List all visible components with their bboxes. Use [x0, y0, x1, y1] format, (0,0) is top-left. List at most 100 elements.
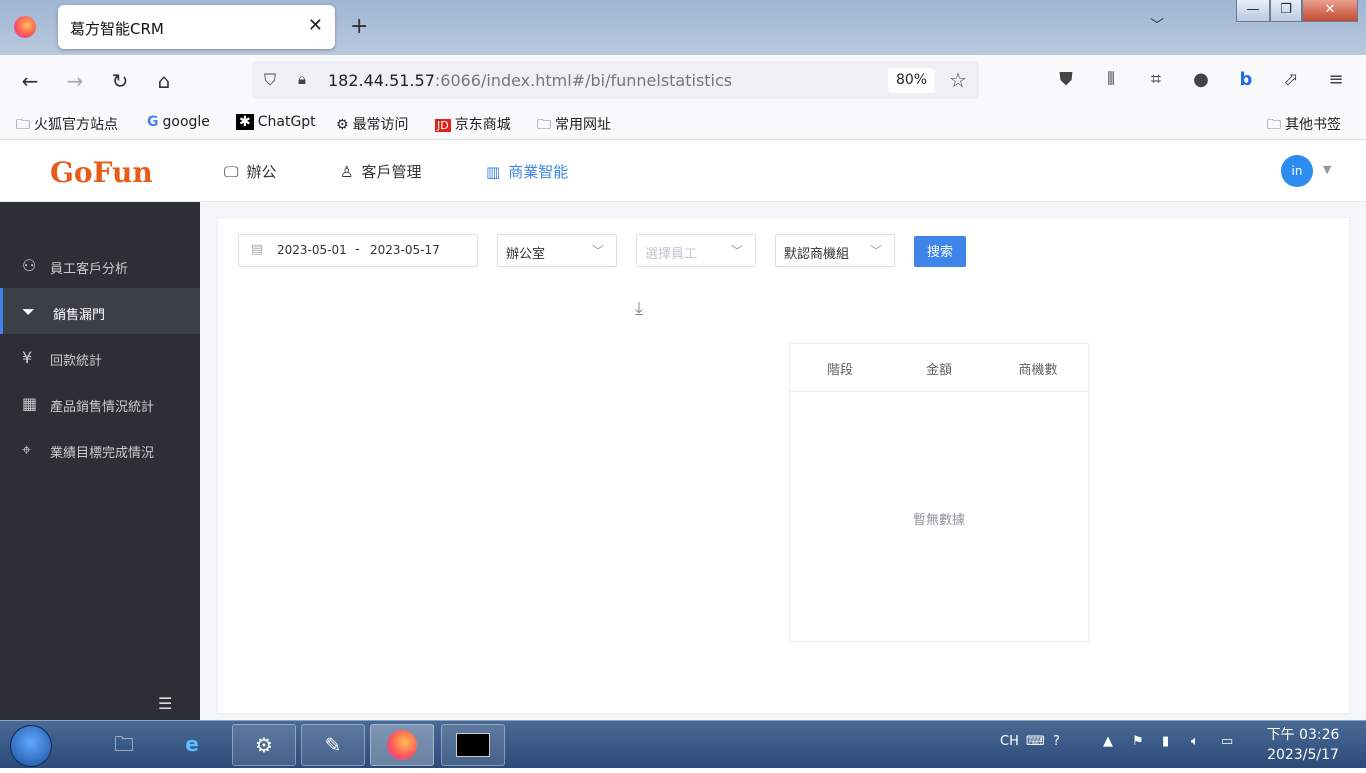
- date-start[interactable]: 2023-05-01: [277, 243, 347, 257]
- bookmark-jd[interactable]: JD 京东商城: [435, 114, 511, 134]
- flag-icon[interactable]: ⚑: [1132, 734, 1144, 749]
- nav-office[interactable]: 🖵 辦公: [224, 161, 276, 182]
- folder-icon: 🗀: [114, 732, 134, 756]
- url-text[interactable]: 182.44.51.57:6066/index.html#/bi/funnels…: [328, 71, 732, 90]
- maximize-button[interactable]: ❐: [1270, 0, 1302, 22]
- window-close-button[interactable]: ✕: [1302, 0, 1358, 22]
- forward-arrow-icon[interactable]: →: [61, 67, 89, 95]
- start-button[interactable]: [10, 725, 52, 767]
- search-button[interactable]: 搜索: [914, 236, 966, 267]
- pocket-icon[interactable]: ⛊: [1053, 67, 1079, 93]
- ie-icon: e: [185, 732, 199, 756]
- folder-icon: 🗀: [537, 117, 551, 133]
- chevron-down-icon: ﹀: [591, 244, 604, 258]
- report-panel: ▤ 2023-05-01 - 2023-05-17 辦公室 ﹀ 選擇員工 ﹀ 默…: [217, 217, 1350, 714]
- column-amount: 金額: [925, 363, 952, 378]
- back-arrow-icon[interactable]: ←: [16, 67, 44, 95]
- date-range-picker[interactable]: ▤ 2023-05-01 - 2023-05-17: [238, 234, 478, 267]
- employee-select[interactable]: 選擇員工 ﹀: [636, 234, 756, 267]
- caret-down-icon[interactable]: ▼: [1323, 163, 1331, 176]
- folder-icon: 🗀: [16, 117, 30, 133]
- bookmark-chatgpt[interactable]: ✱ ChatGpt: [236, 114, 316, 130]
- sidebar-item-sales-funnel[interactable]: ⏷ 銷售漏門: [0, 288, 200, 334]
- bar-chart-icon: ▥: [486, 163, 501, 181]
- firefox-icon: [387, 730, 417, 760]
- keyboard-icon[interactable]: ⌨: [1026, 734, 1045, 749]
- sidebar-item-target-completion[interactable]: ⌖ 業績目標完成情況: [0, 426, 200, 472]
- new-tab-button[interactable]: +: [350, 14, 368, 39]
- download-icon[interactable]: ⤓: [635, 298, 643, 319]
- chevron-down-icon: ﹀: [730, 244, 743, 258]
- user-icon: ♙: [340, 163, 354, 181]
- library-icon[interactable]: ⫴: [1098, 67, 1124, 93]
- taskbar-ie[interactable]: e: [160, 724, 224, 766]
- monitor-icon: 🖵: [224, 163, 239, 181]
- bookmarks-bar: 🗀 火狐官方站点 Ggoogle ✱ ChatGpt ⚙ 最常访问 JD 京东商城 🗀 常…: [0, 107, 1366, 140]
- tab-title: 葛方智能CRM: [70, 20, 164, 38]
- extensions-icon[interactable]: ⬀: [1278, 67, 1304, 93]
- app-icon: ⚙: [255, 733, 273, 757]
- clock[interactable]: 下午 03:26 2023/5/17: [1258, 725, 1348, 765]
- chevron-down-icon[interactable]: ﹀: [1150, 15, 1164, 35]
- url-bar[interactable]: ⛉ 🔒︎ 182.44.51.57:6066/index.html#/bi/fu…: [252, 61, 979, 99]
- app-header: GoFun 🖵 辦公 ♙ 客戶管理 ▥ 商業智能 in ▼: [0, 141, 1366, 202]
- taskbar-app1[interactable]: ⚙: [232, 724, 296, 766]
- table-header: 階段 金額 商機數: [790, 344, 1088, 392]
- menu-icon[interactable]: ≡: [1323, 67, 1349, 93]
- funnel-icon: ⏷: [22, 302, 35, 321]
- collapse-sidebar-icon[interactable]: ☰: [158, 694, 172, 713]
- nav-business-intelligence[interactable]: ▥ 商業智能: [486, 161, 568, 182]
- bookmark-other[interactable]: 🗀 其他书签: [1267, 114, 1341, 138]
- reload-icon[interactable]: ↻: [106, 67, 134, 95]
- terminal-icon: [456, 733, 490, 757]
- bookmark-google[interactable]: Ggoogle: [147, 114, 210, 130]
- sidebar-item-product-sales[interactable]: ▦ 產品銷售情況統計: [0, 380, 200, 426]
- empty-state: 暫無數據: [912, 513, 965, 528]
- show-hidden-icons[interactable]: ▲: [1103, 734, 1113, 749]
- device-icon[interactable]: ▮: [1162, 734, 1169, 749]
- taskbar-explorer[interactable]: 🗀: [92, 724, 156, 766]
- bookmark-firefox[interactable]: 🗀 火狐官方站点: [16, 114, 118, 138]
- chatgpt-icon: ✱: [236, 114, 254, 130]
- browser-tab[interactable]: 葛方智能CRM ✕: [58, 5, 335, 49]
- star-icon[interactable]: ☆: [949, 68, 967, 92]
- chevron-down-icon: ﹀: [869, 244, 882, 258]
- nav-customer-management[interactable]: ♙ 客戶管理: [340, 161, 421, 182]
- sidebar-item-employee-analysis[interactable]: ⚇ 員工客戶分析: [0, 242, 200, 288]
- insecure-lock-icon[interactable]: 🔒︎: [298, 70, 306, 88]
- column-stage: 階段: [826, 363, 853, 378]
- calendar-icon: ▤: [251, 242, 264, 257]
- volume-icon[interactable]: 🔈︎: [1191, 734, 1199, 749]
- close-tab-icon[interactable]: ✕: [308, 15, 323, 36]
- network-icon[interactable]: ▭: [1221, 734, 1233, 749]
- funnel-table: 階段 金額 商機數 暫無數據: [789, 343, 1089, 642]
- crop-icon[interactable]: ⌗: [1143, 67, 1169, 93]
- department-select[interactable]: 辦公室 ﹀: [497, 234, 617, 267]
- chat-icon[interactable]: ●: [1188, 67, 1214, 93]
- language-indicator[interactable]: CH: [1000, 734, 1019, 749]
- logo: GoFun: [50, 156, 153, 189]
- help-icon[interactable]: ?: [1053, 734, 1060, 749]
- main-content: ▤ 2023-05-01 - 2023-05-17 辦公室 ﹀ 選擇員工 ﹀ 默…: [200, 202, 1366, 720]
- user-search-icon: ⚇: [22, 256, 37, 275]
- zoom-level[interactable]: 80%: [888, 68, 935, 93]
- taskbar-firefox[interactable]: [370, 724, 434, 766]
- sidebar: ⚇ 員工客戶分析 ⏷ 銷售漏門 ¥ 回款統計 ▦ 產品銷售情況統計 ⌖ 業績目標…: [0, 202, 200, 720]
- browser-tab-strip: 葛方智能CRM ✕ + ﹀ — ❐ ✕: [0, 0, 1366, 55]
- minimize-button[interactable]: —: [1236, 0, 1270, 22]
- sidebar-item-payment-stats[interactable]: ¥ 回款統計: [0, 334, 200, 380]
- shield-icon[interactable]: ⛉: [264, 70, 276, 90]
- bing-icon[interactable]: b: [1233, 67, 1259, 93]
- firefox-icon: [14, 16, 36, 38]
- grid-icon: ▦: [22, 394, 38, 413]
- column-opportunities: 商機數: [1018, 363, 1058, 378]
- date-separator: -: [355, 242, 360, 257]
- taskbar-notepad[interactable]: ✎: [301, 724, 365, 766]
- bookmark-most-visited[interactable]: ⚙ 最常访问: [336, 114, 409, 134]
- home-icon[interactable]: ⌂: [150, 67, 178, 95]
- bookmark-common[interactable]: 🗀 常用网址: [537, 114, 611, 138]
- date-end[interactable]: 2023-05-17: [370, 243, 440, 257]
- avatar[interactable]: in: [1281, 155, 1313, 187]
- taskbar-cmd[interactable]: [441, 724, 505, 766]
- opportunity-group-select[interactable]: 默認商機組 ﹀: [775, 234, 895, 267]
